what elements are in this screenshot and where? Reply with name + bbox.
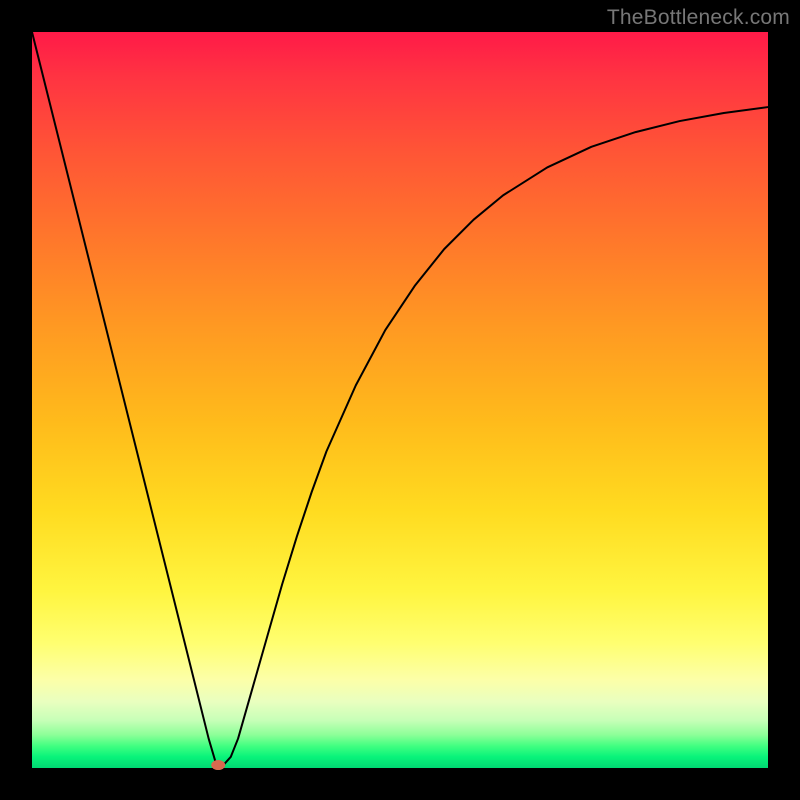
bottleneck-curve xyxy=(32,32,768,765)
watermark: TheBottleneck.com xyxy=(607,6,790,30)
plot-area xyxy=(32,32,768,768)
curve-layer xyxy=(32,32,768,768)
chart-container: TheBottleneck.com xyxy=(0,0,800,800)
optimal-marker xyxy=(211,760,225,770)
